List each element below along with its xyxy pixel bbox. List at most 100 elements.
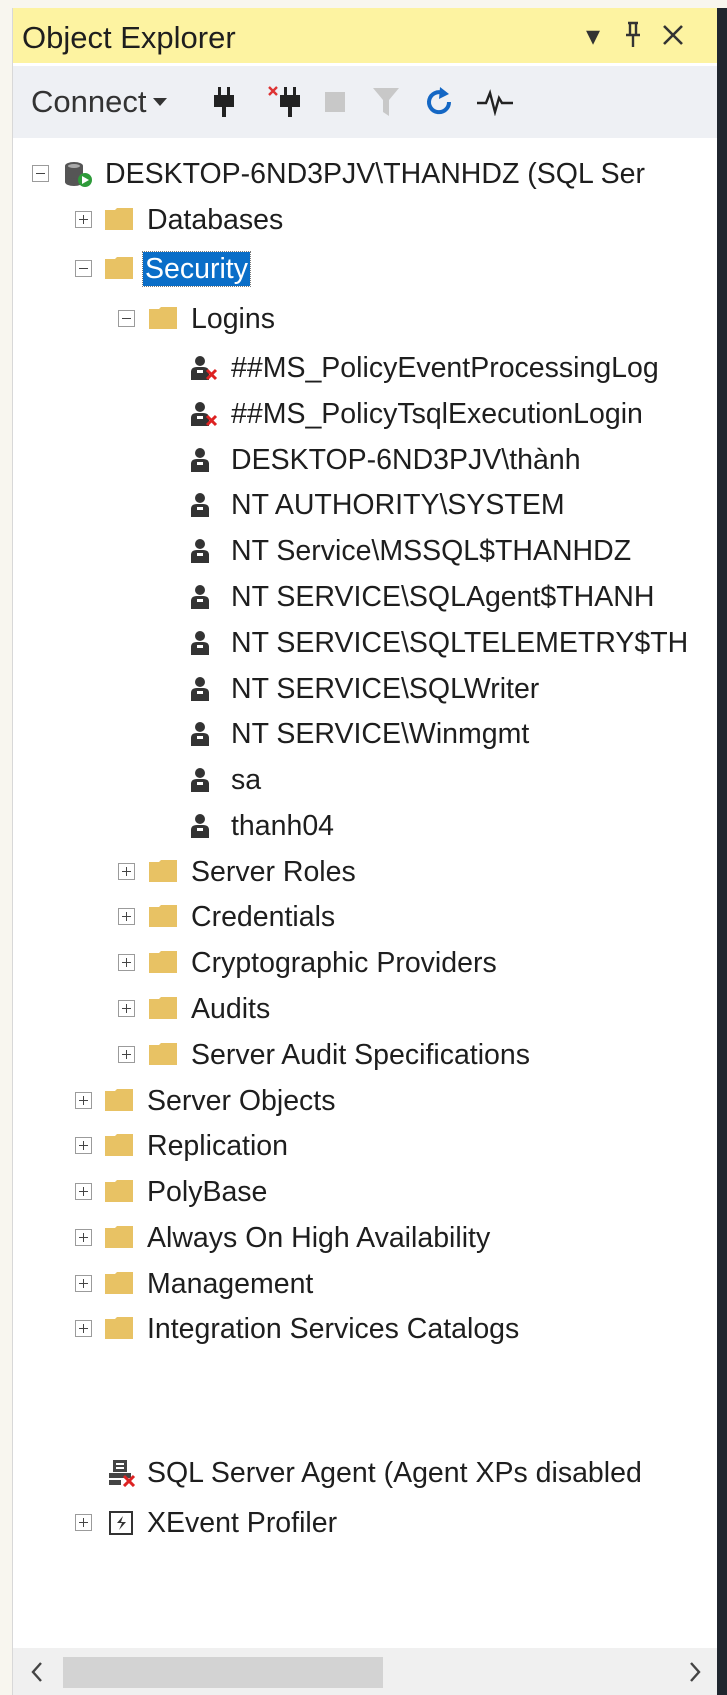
- tree-node-polybase[interactable]: PolyBase: [13, 1172, 720, 1212]
- activity-monitor-icon: [477, 89, 513, 116]
- tree-node-server[interactable]: DESKTOP-6ND3PJV\THANHDZ (SQL Ser: [13, 154, 720, 194]
- node-label: NT SERVICE\SQLTELEMETRY$TH: [231, 627, 689, 659]
- agent-disabled-icon: [109, 1460, 136, 1487]
- login-icon: [191, 631, 209, 655]
- tree-node-security[interactable]: Security: [13, 249, 720, 289]
- server-connected-icon: [65, 162, 92, 187]
- tree-node-replication[interactable]: Replication: [13, 1126, 720, 1166]
- tree-node-login[interactable]: NT Service\MSSQL$THANHDZ: [13, 531, 720, 571]
- tree-node-integration-services-catalogs[interactable]: Integration Services Catalogs: [13, 1309, 720, 1349]
- expand-toggle[interactable]: [118, 908, 135, 925]
- node-label: sa: [231, 764, 262, 796]
- tree-node-server-audit-specifications[interactable]: Server Audit Specifications: [13, 1035, 720, 1075]
- node-label: XEvent Profiler: [147, 1507, 338, 1539]
- expand-toggle[interactable]: [75, 1137, 92, 1154]
- connect-label: Connect: [31, 84, 147, 119]
- node-label: Databases: [147, 204, 284, 236]
- scroll-left-button[interactable]: [19, 1654, 55, 1690]
- node-label: Server Roles: [191, 856, 356, 888]
- node-label: NT SERVICE\SQLWriter: [231, 673, 540, 705]
- expand-toggle[interactable]: [75, 1320, 92, 1337]
- disconnect-button[interactable]: [266, 82, 306, 122]
- expand-toggle[interactable]: [118, 1000, 135, 1017]
- activity-monitor-button[interactable]: [475, 82, 515, 122]
- tree-node-sql-server-agent[interactable]: SQL Server Agent (Agent XPs disabled: [13, 1453, 720, 1493]
- login-icon: [191, 722, 209, 746]
- tree-node-xevent-profiler[interactable]: XEvent Profiler: [13, 1503, 720, 1543]
- node-label: PolyBase: [147, 1176, 268, 1208]
- collapse-toggle[interactable]: [32, 165, 49, 182]
- tree-node-databases[interactable]: Databases: [13, 200, 720, 240]
- tree-node-login[interactable]: NT AUTHORITY\SYSTEM: [13, 485, 720, 525]
- expand-toggle[interactable]: [75, 1229, 92, 1246]
- filter-icon: [373, 88, 399, 116]
- tree-node-audits[interactable]: Audits: [13, 989, 720, 1029]
- connect-object-explorer-button[interactable]: [207, 82, 241, 122]
- tree-node-login[interactable]: NT SERVICE\Winmgmt: [13, 714, 720, 754]
- login-icon: [191, 539, 209, 563]
- filter-button[interactable]: [369, 82, 403, 122]
- horizontal-scrollbar[interactable]: [13, 1648, 720, 1695]
- login-icon: [191, 493, 209, 517]
- window-position-dropdown[interactable]: ▾: [576, 16, 610, 54]
- server-name: DESKTOP-6ND3PJV\THANHDZ (SQL Ser: [105, 158, 646, 190]
- tree-node-server-roles[interactable]: Server Roles: [13, 852, 720, 892]
- pin-icon: [626, 21, 640, 47]
- chevron-down-icon: [153, 98, 168, 106]
- tree-node-server-objects[interactable]: Server Objects: [13, 1081, 720, 1121]
- close-panel-button[interactable]: [656, 16, 690, 54]
- auto-hide-button[interactable]: [616, 16, 650, 54]
- chevron-right-icon: [690, 1662, 701, 1682]
- login-icon: [191, 585, 209, 609]
- folder-icon: [105, 1226, 133, 1248]
- expand-toggle[interactable]: [75, 1092, 92, 1109]
- connect-icon: [214, 87, 234, 117]
- node-label: Logins: [191, 303, 275, 335]
- tree-node-always-on-high-availability[interactable]: Always On High Availability: [13, 1218, 720, 1258]
- expand-toggle[interactable]: [118, 954, 135, 971]
- refresh-button[interactable]: [423, 82, 457, 122]
- tree-node-login[interactable]: thanh04: [13, 806, 720, 846]
- node-label: NT SERVICE\Winmgmt: [231, 718, 530, 750]
- panel-titlebar: Object Explorer ▾: [13, 8, 720, 63]
- expand-toggle[interactable]: [118, 863, 135, 880]
- node-label: Audits: [191, 993, 271, 1025]
- disconnect-icon: [268, 86, 300, 117]
- tree-node-login[interactable]: DESKTOP-6ND3PJV\thành: [13, 440, 720, 480]
- tree-node-login[interactable]: ##MS_PolicyEventProcessingLog: [13, 348, 720, 388]
- node-label: Integration Services Catalogs: [147, 1313, 520, 1345]
- tree-node-login[interactable]: NT SERVICE\SQLAgent$THANH: [13, 577, 720, 617]
- tree-node-management[interactable]: Management: [13, 1264, 720, 1304]
- connect-dropdown-button[interactable]: Connect: [31, 82, 168, 122]
- collapse-toggle[interactable]: [75, 260, 92, 277]
- tree-node-login[interactable]: NT SERVICE\SQLTELEMETRY$TH: [13, 623, 720, 663]
- expand-toggle[interactable]: [75, 1183, 92, 1200]
- scrollbar-thumb[interactable]: [63, 1657, 383, 1688]
- tree-node-login[interactable]: sa: [13, 760, 720, 800]
- node-label: Cryptographic Providers: [191, 947, 497, 979]
- node-label: Always On High Availability: [147, 1222, 491, 1254]
- scroll-right-button[interactable]: [677, 1654, 713, 1690]
- node-label: Management: [147, 1268, 314, 1300]
- tree-node-login[interactable]: NT SERVICE\SQLWriter: [13, 669, 720, 709]
- folder-icon: [149, 951, 177, 973]
- folder-icon: [105, 257, 133, 279]
- expand-toggle[interactable]: [75, 211, 92, 228]
- tree-node-cryptographic-providers[interactable]: Cryptographic Providers: [13, 943, 720, 983]
- expand-toggle[interactable]: [75, 1275, 92, 1292]
- node-label: NT AUTHORITY\SYSTEM: [231, 489, 565, 521]
- node-label: NT Service\MSSQL$THANHDZ: [231, 535, 632, 567]
- collapse-toggle[interactable]: [118, 310, 135, 327]
- stop-button[interactable]: [318, 82, 352, 122]
- expand-toggle[interactable]: [118, 1046, 135, 1063]
- node-label: Server Audit Specifications: [191, 1039, 531, 1071]
- tree-node-credentials[interactable]: Credentials: [13, 897, 720, 937]
- login-icon: [191, 768, 209, 792]
- chevron-down-icon: ▾: [585, 19, 601, 51]
- dock-splitter[interactable]: [717, 8, 727, 1695]
- node-label: Credentials: [191, 901, 336, 933]
- folder-icon: [149, 860, 177, 882]
- expand-toggle[interactable]: [75, 1514, 92, 1531]
- tree-node-logins[interactable]: Logins: [13, 299, 720, 339]
- tree-node-login[interactable]: ##MS_PolicyTsqlExecutionLogin: [13, 394, 720, 434]
